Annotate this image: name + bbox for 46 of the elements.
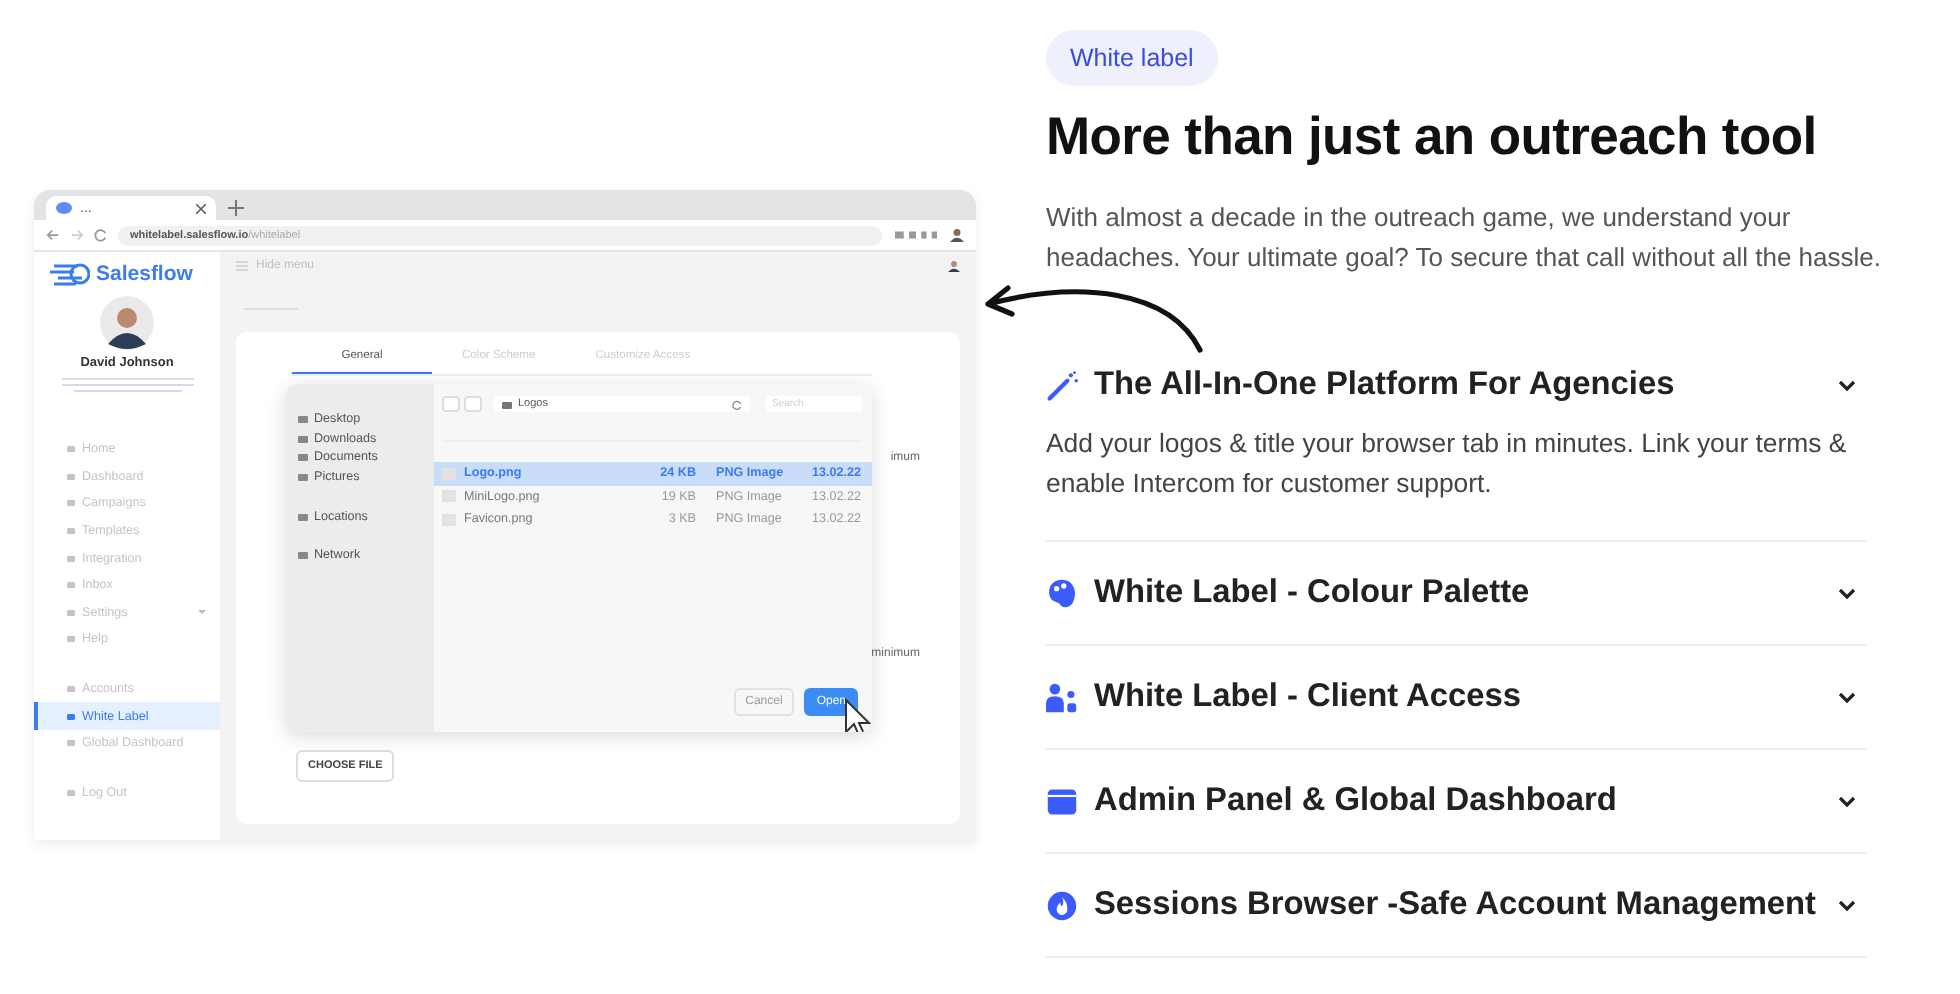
accordion-text: Add your logos & title your browser tab in minutes. Link your terms & enable Intercom for customer support. bbox=[1046, 426, 1849, 502]
accordion-header[interactable]: White Label - Client Access bbox=[1046, 646, 1866, 748]
nav-icon bbox=[66, 444, 76, 455]
extensions-icon[interactable] bbox=[892, 228, 940, 242]
favicon-icon bbox=[56, 202, 72, 214]
nav-icon bbox=[66, 738, 76, 749]
section-badge: White label bbox=[1046, 30, 1218, 86]
nav-icon bbox=[66, 526, 76, 537]
feature-icon bbox=[1046, 887, 1078, 923]
chevron-icon bbox=[1838, 691, 1856, 703]
nav-icon bbox=[66, 634, 76, 645]
user-avatar[interactable] bbox=[948, 259, 960, 271]
page-heading: More than just an outreach tool bbox=[1046, 104, 1819, 168]
feature-icon bbox=[1046, 575, 1078, 611]
close-icon[interactable] bbox=[196, 203, 206, 213]
feature-icon bbox=[1046, 367, 1078, 403]
accordion-header[interactable]: Admin Panel & Global Dashboard bbox=[1046, 750, 1866, 852]
chevron-icon bbox=[1838, 795, 1856, 807]
back-icon[interactable] bbox=[46, 228, 60, 242]
folder-icon bbox=[502, 399, 512, 409]
chevron-icon bbox=[1838, 899, 1856, 911]
forward-icon[interactable] bbox=[70, 228, 84, 242]
refresh-icon[interactable] bbox=[732, 399, 742, 409]
nav-icon bbox=[66, 607, 76, 618]
intro-paragraph: With almost a decade in the outreach game, we understand your headaches. Your ultimate goal? To secure that call without all the hassle. bbox=[1046, 200, 1883, 276]
nav-icon bbox=[66, 711, 76, 722]
nav-icon bbox=[66, 580, 76, 591]
nav-icon bbox=[66, 787, 76, 798]
accordion-header[interactable]: White Label - Colour Palette bbox=[1046, 542, 1866, 644]
accordion-header[interactable]: The All-In-One Platform For Agencies bbox=[1046, 366, 1866, 404]
chevron-icon bbox=[1838, 587, 1856, 599]
avatar bbox=[100, 296, 154, 350]
feature-icon bbox=[1046, 679, 1078, 715]
chevron-icon bbox=[1838, 379, 1856, 391]
new-tab-icon[interactable] bbox=[228, 200, 244, 216]
nav-icon bbox=[66, 553, 76, 564]
reload-icon[interactable] bbox=[94, 228, 108, 242]
folder-icon bbox=[298, 550, 308, 561]
logo-icon bbox=[50, 262, 90, 286]
folder-icon bbox=[298, 511, 308, 522]
accordion-header[interactable]: Sessions Browser -Safe Account Management bbox=[1046, 854, 1866, 956]
nav-icon bbox=[66, 471, 76, 482]
nav-icon bbox=[66, 684, 76, 695]
nav-icon bbox=[66, 498, 76, 509]
logo-text: Salesflow bbox=[96, 262, 193, 286]
profile-icon[interactable] bbox=[950, 228, 964, 242]
